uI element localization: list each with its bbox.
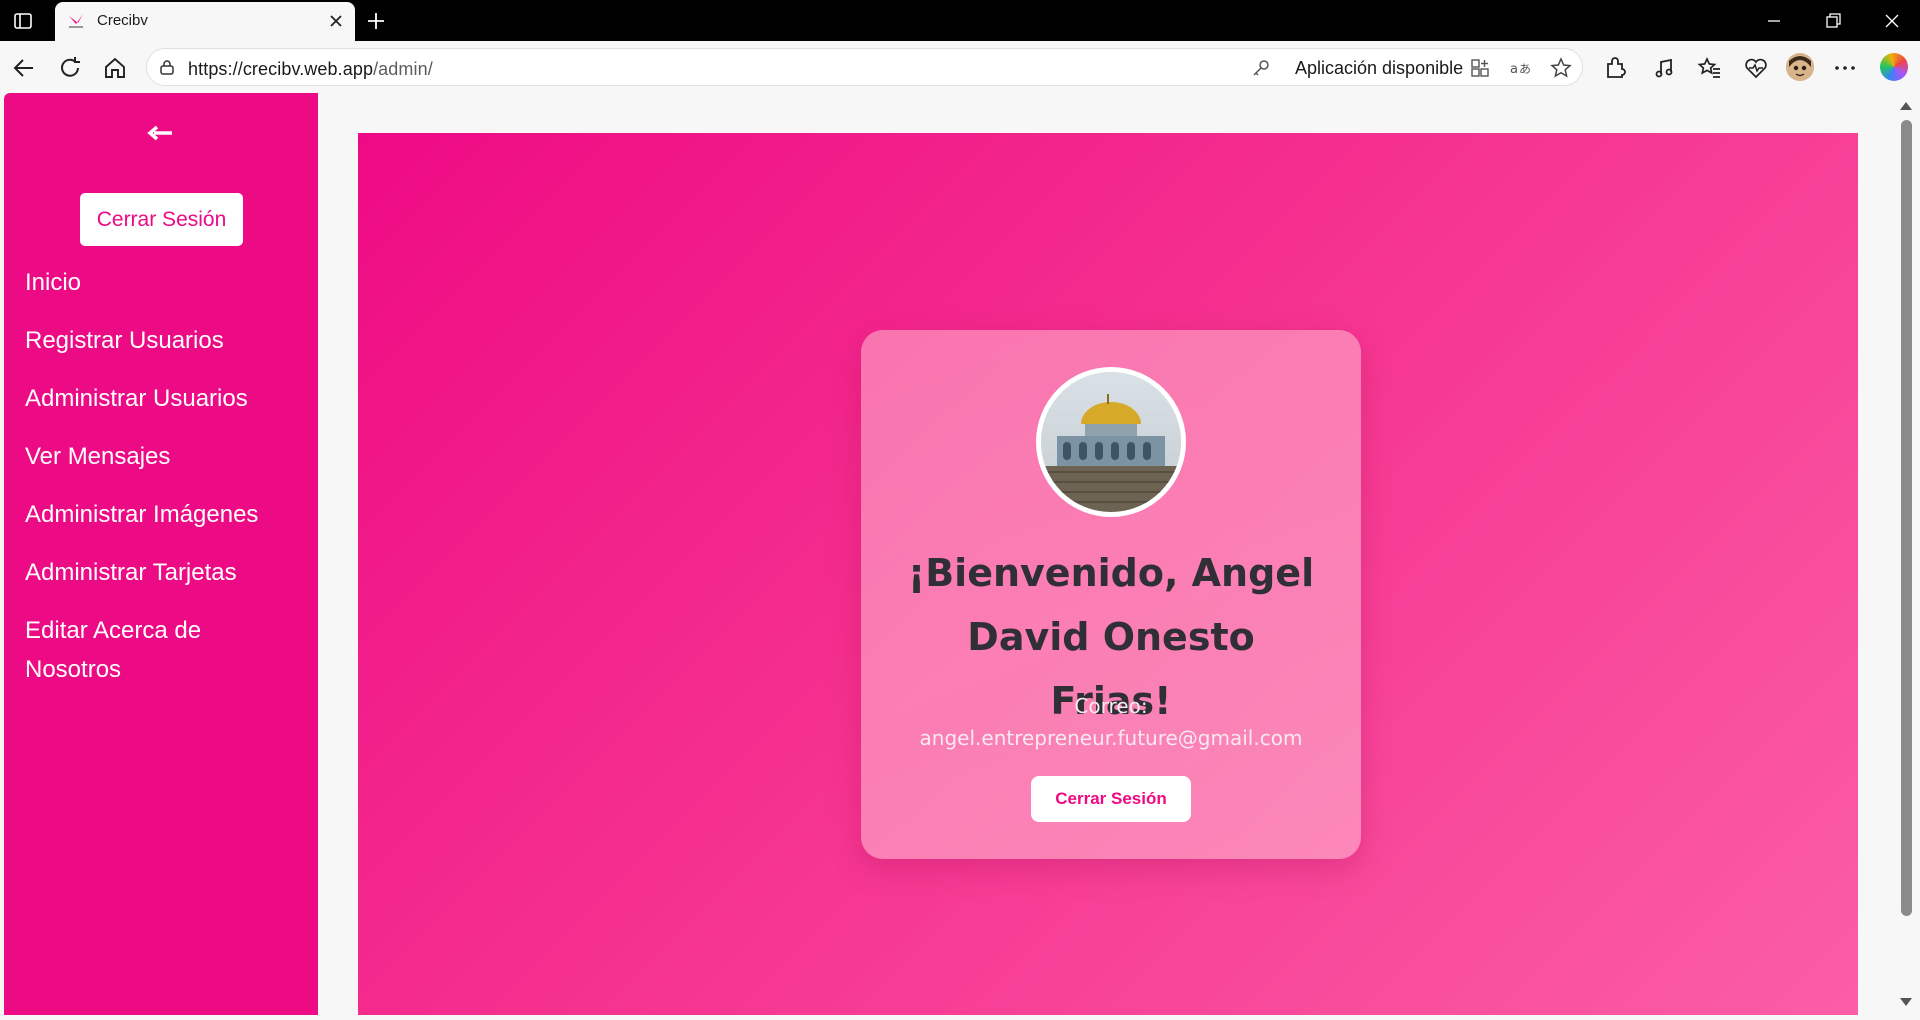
sidebar-item-administrar-usuarios[interactable]: Administrar Usuarios bbox=[25, 379, 305, 418]
svg-text:a: a bbox=[1510, 62, 1518, 77]
logout-button[interactable]: Cerrar Sesión bbox=[1031, 776, 1191, 822]
profile-avatar[interactable] bbox=[1786, 53, 1814, 81]
password-key-icon[interactable] bbox=[1251, 58, 1271, 78]
new-tab-icon[interactable] bbox=[364, 9, 388, 33]
page-viewport: Cerrar Sesión Inicio Registrar Usuarios … bbox=[4, 93, 1900, 1015]
email-label: Correo: bbox=[1074, 694, 1148, 718]
profile-card: ¡Bienvenido, Angel David Onesto Frias! C… bbox=[861, 330, 1361, 859]
url-host: https://crecibv.web.app bbox=[188, 59, 374, 79]
url-text[interactable]: https://crecibv.web.app/admin/ bbox=[188, 59, 433, 80]
close-window-icon[interactable] bbox=[1880, 10, 1904, 32]
back-icon[interactable] bbox=[11, 55, 37, 81]
favorite-star-icon[interactable] bbox=[1550, 57, 1572, 79]
extensions-icon[interactable] bbox=[1602, 55, 1628, 81]
browser-tab-strip: Crecibv bbox=[0, 0, 1920, 41]
more-options-icon[interactable] bbox=[1832, 55, 1858, 81]
sidebar-item-administrar-tarjetas[interactable]: Administrar Tarjetas bbox=[25, 553, 305, 592]
address-bar[interactable]: https://crecibv.web.app/admin/ Aplicació… bbox=[146, 48, 1583, 86]
tab-title: Crecibv bbox=[97, 12, 148, 29]
reload-icon[interactable] bbox=[57, 55, 83, 81]
svg-text:あ: あ bbox=[1519, 62, 1531, 76]
scroll-down-arrow-icon[interactable] bbox=[1900, 998, 1912, 1006]
sidebar-logout-button[interactable]: Cerrar Sesión bbox=[80, 193, 243, 246]
crecibv-favicon-icon bbox=[69, 14, 83, 28]
close-tab-icon[interactable] bbox=[327, 12, 345, 30]
copilot-icon[interactable] bbox=[1880, 53, 1908, 81]
browser-essentials-icon[interactable] bbox=[1743, 55, 1769, 81]
tab-actions-icon[interactable] bbox=[13, 11, 33, 31]
site-info-lock-icon[interactable] bbox=[158, 58, 176, 76]
sidebar-item-ver-mensajes[interactable]: Ver Mensajes bbox=[25, 437, 305, 476]
main-content: ¡Bienvenido, Angel David Onesto Frias! C… bbox=[358, 133, 1858, 1015]
admin-sidebar: Cerrar Sesión Inicio Registrar Usuarios … bbox=[4, 93, 318, 1015]
email-value: angel.entrepreneur.future@gmail.com bbox=[919, 726, 1303, 750]
browser-toolbar: https://crecibv.web.app/admin/ Aplicació… bbox=[0, 41, 1920, 93]
translate-icon[interactable]: a あ bbox=[1509, 58, 1531, 78]
url-path: /admin/ bbox=[373, 59, 433, 79]
sidebar-nav: Inicio Registrar Usuarios Administrar Us… bbox=[25, 263, 305, 708]
minimize-icon[interactable] bbox=[1762, 10, 1786, 32]
sidebar-item-editar-acerca-de-nosotros[interactable]: Editar Acerca de Nosotros bbox=[25, 611, 245, 689]
scroll-up-arrow-icon[interactable] bbox=[1900, 102, 1912, 110]
browser-tab[interactable]: Crecibv bbox=[55, 2, 355, 41]
scrollbar-thumb[interactable] bbox=[1901, 120, 1912, 916]
sidebar-item-inicio[interactable]: Inicio bbox=[25, 263, 305, 302]
profile-photo bbox=[1036, 367, 1186, 517]
install-app-icon[interactable] bbox=[1470, 58, 1490, 78]
app-available-button[interactable]: Aplicación disponible bbox=[1295, 58, 1463, 79]
home-icon[interactable] bbox=[102, 55, 128, 81]
mosque-photo-image bbox=[1041, 372, 1181, 512]
sidebar-item-administrar-imagenes[interactable]: Administrar Imágenes bbox=[25, 495, 305, 534]
favorites-icon[interactable] bbox=[1697, 55, 1723, 81]
sidebar-item-registrar-usuarios[interactable]: Registrar Usuarios bbox=[25, 321, 305, 360]
collapse-arrow-icon[interactable] bbox=[146, 123, 176, 143]
profile-face-icon bbox=[1786, 53, 1814, 81]
restore-icon[interactable] bbox=[1821, 10, 1845, 32]
media-control-icon[interactable] bbox=[1651, 55, 1677, 81]
